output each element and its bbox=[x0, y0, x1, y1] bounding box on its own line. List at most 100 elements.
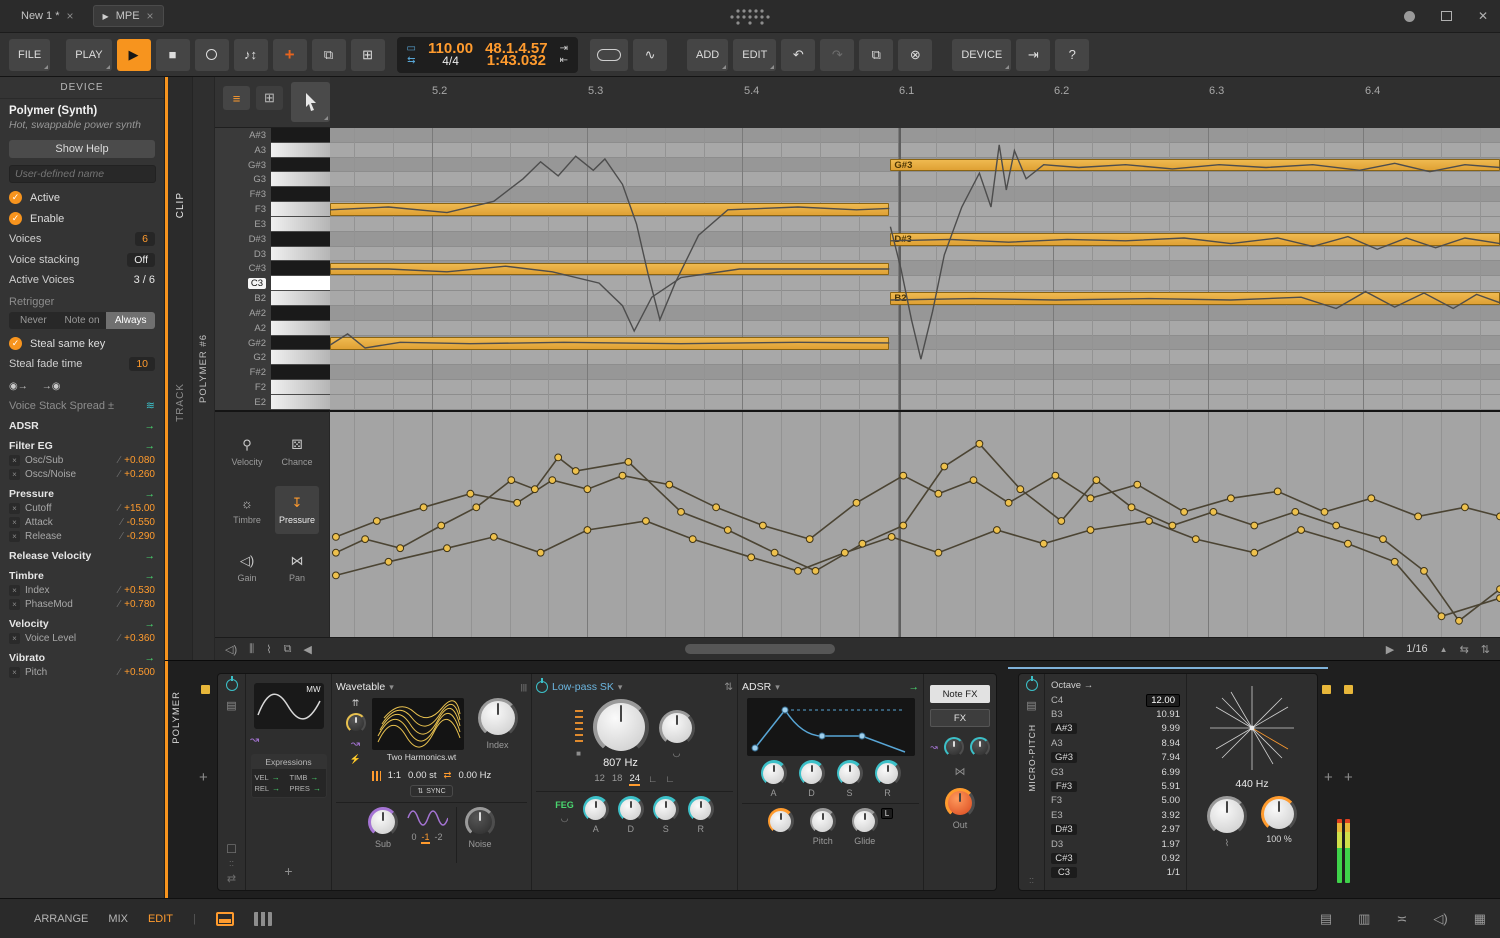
grid-resolution-value[interactable]: 1/16 bbox=[1406, 643, 1427, 655]
piano-key-f3[interactable]: F3 bbox=[215, 202, 330, 217]
sub-waveform-icon[interactable] bbox=[406, 807, 448, 829]
piano-key-a-2[interactable]: A#2 bbox=[215, 306, 330, 321]
key-bar[interactable] bbox=[271, 321, 330, 336]
mic-icon[interactable]: ⌇ bbox=[266, 643, 271, 656]
tuning-knob[interactable] bbox=[1207, 796, 1247, 836]
remove-mod-icon[interactable]: × bbox=[9, 469, 20, 480]
tab-clip[interactable]: CLIP bbox=[175, 192, 186, 218]
timeline-label[interactable]: 6.3 bbox=[1209, 85, 1224, 97]
micropitch-row-e3[interactable]: E33.92 bbox=[1047, 808, 1184, 822]
piano-key-d3[interactable]: D3 bbox=[215, 247, 330, 262]
note-list-view-button[interactable]: ≡ bbox=[223, 86, 250, 110]
filter-resonance-knob[interactable] bbox=[659, 710, 695, 746]
key-bar[interactable] bbox=[271, 261, 330, 276]
oscillator-type-label[interactable]: Wavetable bbox=[336, 681, 385, 693]
micropitch-row-c3[interactable]: C31/1 bbox=[1047, 866, 1184, 880]
tempo-display[interactable]: 110.00 bbox=[428, 44, 473, 54]
piano-key-d-3[interactable]: D#3 bbox=[215, 232, 330, 247]
note-tuning-value[interactable]: 9.99 bbox=[1162, 723, 1181, 734]
fold-view-button[interactable]: ⊞ bbox=[256, 86, 283, 110]
layers-icon[interactable]: ≋ bbox=[146, 399, 155, 412]
micropitch-row-g3[interactable]: G36.99 bbox=[1047, 765, 1184, 779]
note-tuning-value[interactable]: 1.97 bbox=[1162, 839, 1181, 850]
link-icon[interactable]: ⧉ bbox=[284, 643, 292, 656]
piano-key-f2[interactable]: F2 bbox=[215, 380, 330, 395]
mod-source-release-velocity[interactable]: Release Velocity→ bbox=[9, 550, 155, 562]
filter-cutoff-knob[interactable] bbox=[593, 699, 649, 755]
phase-mod-icon[interactable]: ⚡ bbox=[350, 754, 361, 765]
piano-key-g2[interactable]: G2 bbox=[215, 350, 330, 365]
record-button[interactable] bbox=[195, 39, 229, 71]
mod-amount-value[interactable]: +0.530 bbox=[124, 585, 155, 596]
micropitch-row-a-3[interactable]: A#39.99 bbox=[1047, 722, 1184, 736]
add-device-button-2[interactable]: + bbox=[1344, 769, 1353, 786]
mod-target-release[interactable]: ×Release∕-0.290 bbox=[9, 531, 155, 542]
key-bar[interactable] bbox=[271, 276, 330, 291]
mod-target-voice-level[interactable]: ×Voice Level∕+0.360 bbox=[9, 633, 155, 644]
horizontal-scrollbar[interactable] bbox=[685, 644, 835, 654]
mod-source-velocity[interactable]: Velocity→ bbox=[9, 618, 155, 630]
device-power-icon[interactable] bbox=[226, 679, 238, 691]
timeline-label[interactable]: 5.3 bbox=[588, 85, 603, 97]
micropitch-row-d3[interactable]: D31.97 bbox=[1047, 837, 1184, 851]
overdub-button[interactable]: + bbox=[273, 39, 307, 71]
midi-note-g-3[interactable]: G#3 bbox=[890, 159, 1500, 172]
sub-level-knob[interactable] bbox=[368, 807, 398, 837]
browser-panel-icon[interactable]: ▤ bbox=[1320, 911, 1332, 927]
output-volume-knob[interactable] bbox=[945, 788, 975, 818]
remove-mod-icon[interactable]: × bbox=[9, 455, 20, 466]
mod-source-adsr[interactable]: ADSR→ bbox=[9, 420, 155, 432]
mod-amount-value[interactable]: -0.290 bbox=[127, 531, 155, 542]
mod-source-pressure[interactable]: Pressure→ bbox=[9, 488, 155, 500]
delete-button[interactable]: ⊗ bbox=[898, 39, 932, 71]
unison-icon[interactable]: ⇈ bbox=[352, 698, 360, 709]
micropitch-row-c4[interactable]: C412.00 bbox=[1047, 693, 1184, 707]
expression-pres[interactable]: PRES→ bbox=[290, 784, 323, 793]
audio-engine-status-icon[interactable] bbox=[1404, 11, 1415, 22]
mod-arrow-icon[interactable]: ↝ bbox=[250, 733, 259, 746]
project-tab-new1[interactable]: New 1 * × bbox=[12, 6, 83, 26]
pointer-tool-button[interactable] bbox=[291, 82, 330, 122]
sub-octave-0[interactable]: 0 bbox=[411, 832, 416, 844]
note-grid[interactable]: G#3D#3B2 bbox=[330, 128, 1500, 410]
filter-keytrack-meter-icon[interactable] bbox=[575, 710, 583, 744]
plugin-window-button[interactable]: ⊞ bbox=[351, 39, 385, 71]
key-bar[interactable] bbox=[271, 143, 330, 158]
wavetable-mode-icon[interactable]: ||| bbox=[521, 683, 527, 692]
steal-same-key-toggle[interactable]: ✓ Steal same key bbox=[9, 337, 155, 350]
redo-button[interactable]: ↷ bbox=[820, 39, 854, 71]
tab-track[interactable]: TRACK bbox=[175, 383, 186, 422]
pressure-expression-lane[interactable] bbox=[330, 410, 1500, 637]
show-help-button[interactable]: Show Help bbox=[9, 140, 155, 158]
song-time-display[interactable]: 1:43.032 bbox=[487, 56, 546, 66]
loop-button[interactable] bbox=[590, 39, 628, 71]
remove-mod-icon[interactable]: × bbox=[9, 585, 20, 596]
envelope-display[interactable] bbox=[747, 698, 915, 756]
presets-folder-icon[interactable]: ▤ bbox=[226, 699, 236, 712]
mod-target-osc-sub[interactable]: ×Osc/Sub∕+0.080 bbox=[9, 455, 155, 466]
key-bar[interactable] bbox=[271, 365, 330, 380]
mod-source-vibrato[interactable]: Vibrato→ bbox=[9, 652, 155, 664]
piano-key-c-3[interactable]: C#3 bbox=[215, 261, 330, 276]
audition-icon[interactable]: ◁) bbox=[225, 643, 237, 656]
note-tuning-value[interactable]: 5.91 bbox=[1162, 781, 1181, 792]
env-knob-r[interactable]: R bbox=[875, 760, 901, 798]
note-tuning-value[interactable]: 3.92 bbox=[1162, 810, 1181, 821]
key-bar[interactable] bbox=[271, 306, 330, 321]
mod-target-phasemod[interactable]: ×PhaseMod∕+0.780 bbox=[9, 599, 155, 610]
env-mod-arrow-icon[interactable]: → bbox=[909, 681, 920, 693]
piano-key-e2[interactable]: E2 bbox=[215, 395, 330, 410]
sync-toggle[interactable]: ⇅ SYNC bbox=[410, 785, 452, 797]
keyboard-panel-icon[interactable]: ▦ bbox=[1474, 911, 1486, 927]
piano-key-e3[interactable]: E3 bbox=[215, 217, 330, 232]
timeline-label[interactable]: 6.4 bbox=[1365, 85, 1380, 97]
amount-knob[interactable] bbox=[1261, 796, 1297, 832]
mod-source-filter-eg[interactable]: Filter EG→ bbox=[9, 440, 155, 452]
spread-knob[interactable] bbox=[944, 737, 964, 757]
output-env-icon[interactable]: ⋈ bbox=[955, 765, 966, 778]
filter-slope-24[interactable]: 24 bbox=[629, 773, 640, 786]
scroll-right-icon[interactable]: ▶ bbox=[1386, 643, 1394, 656]
add-device-button[interactable]: + bbox=[199, 769, 208, 786]
add-device-button[interactable]: + bbox=[1324, 769, 1333, 786]
key-bar[interactable] bbox=[271, 247, 330, 262]
